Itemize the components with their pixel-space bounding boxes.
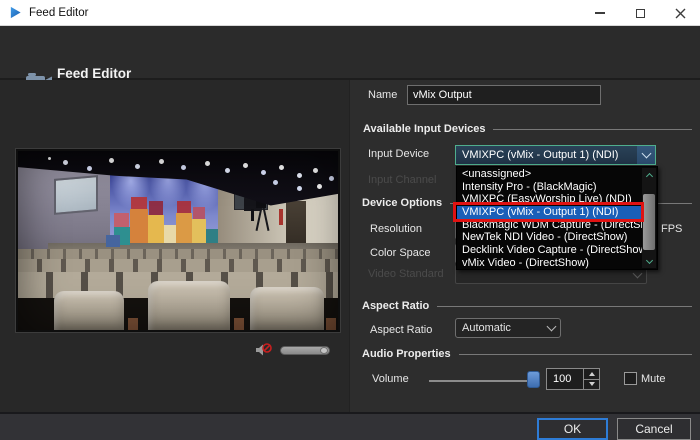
volume-numbox: 100 <box>546 368 600 390</box>
cancel-button[interactable]: Cancel <box>617 418 691 440</box>
dropdown-item[interactable]: Intensity Pro - (BlackMagic) <box>457 181 643 194</box>
input-device-value: VMIXPC (vMix - Output 1) (NDI) <box>456 149 637 161</box>
preview-volume-slider[interactable] <box>280 346 330 355</box>
close-button[interactable] <box>660 0 700 26</box>
aspect-ratio-label: Aspect Ratio <box>370 324 432 336</box>
aspect-ratio-value: Automatic <box>456 322 542 334</box>
dropdown-item[interactable]: Decklink Video Capture - (DirectShow) <box>457 244 643 257</box>
input-device-dropdown-list: <unassigned> Intensity Pro - (BlackMagic… <box>456 166 658 270</box>
volume-spinner <box>583 369 599 389</box>
dialog-header: Feed Editor Create and manage feeds for … <box>0 26 700 80</box>
window-title: Feed Editor <box>29 7 88 19</box>
volume-slider-track[interactable] <box>429 380 537 382</box>
input-device-label: Input Device <box>368 148 429 160</box>
chevron-down-icon <box>645 257 652 264</box>
scroll-up-button[interactable] <box>642 168 656 181</box>
chevron-down-icon <box>546 322 556 332</box>
fps-label: FPS <box>661 223 682 235</box>
chevron-up-icon <box>645 172 652 179</box>
video-standard-label: Video Standard <box>368 268 444 280</box>
resolution-label: Resolution <box>370 223 422 235</box>
spin-up-icon <box>589 372 595 376</box>
scroll-down-button[interactable] <box>642 255 656 268</box>
video-preview <box>16 149 340 332</box>
ok-button[interactable]: OK <box>537 418 608 440</box>
group-audio-properties: Audio Properties <box>362 348 692 360</box>
header-title: Feed Editor <box>57 66 131 81</box>
volume-spin-up-button[interactable] <box>584 369 599 379</box>
scrollbar-thumb[interactable] <box>643 194 655 250</box>
spin-down-icon <box>589 382 595 386</box>
mute-checkbox[interactable] <box>624 372 637 385</box>
aspect-ratio-combo-chevron[interactable] <box>542 319 560 337</box>
input-device-combobox[interactable]: VMIXPC (vMix - Output 1) (NDI) <box>455 145 656 165</box>
volume-slider-handle[interactable] <box>527 371 540 388</box>
volume-label: Volume <box>372 373 409 385</box>
mute-label: Mute <box>641 373 665 385</box>
dropdown-item[interactable]: <unassigned> <box>457 168 643 181</box>
input-device-combo-chevron[interactable] <box>637 146 655 164</box>
close-icon <box>675 8 686 19</box>
dialog-footer: OK Cancel <box>0 412 700 440</box>
maximize-button[interactable] <box>620 0 660 26</box>
preview-volume-thumb[interactable] <box>320 347 328 354</box>
feed-editor-dialog: Feed Editor Feed Editor Create and manag… <box>0 0 700 440</box>
input-channel-label: Input Channel <box>368 174 437 186</box>
color-space-label: Color Space <box>370 247 431 259</box>
name-input[interactable] <box>407 85 601 105</box>
group-available-input-devices: Available Input Devices <box>363 123 692 135</box>
dropdown-item[interactable]: vMix Video - (DirectShow) <box>457 257 643 270</box>
dropdown-scrollbar[interactable] <box>642 168 656 268</box>
chevron-down-icon <box>641 149 651 159</box>
group-aspect-ratio: Aspect Ratio <box>362 300 692 312</box>
titlebar: Feed Editor <box>0 0 700 26</box>
volume-spin-down-button[interactable] <box>584 379 599 390</box>
preview-panel <box>0 80 350 412</box>
volume-value[interactable]: 100 <box>547 369 583 389</box>
dropdown-item[interactable]: NewTek NDI Video - (DirectShow) <box>457 231 643 244</box>
speaker-muted-icon[interactable] <box>255 343 273 357</box>
minimize-button[interactable] <box>580 0 620 26</box>
easyworship-logo-icon <box>9 6 22 19</box>
dropdown-item[interactable]: VMIXPC (EasyWorship Live) (NDI) <box>457 193 643 206</box>
minimize-icon <box>595 12 605 14</box>
aspect-ratio-combobox[interactable]: Automatic <box>455 318 561 338</box>
dropdown-item[interactable]: Blackmagic WDM Capture - (DirectShow) <box>457 219 643 232</box>
maximize-icon <box>636 9 645 18</box>
dropdown-item-selected[interactable]: VMIXPC (vMix - Output 1) (NDI) <box>457 206 643 219</box>
name-label: Name <box>368 89 397 101</box>
